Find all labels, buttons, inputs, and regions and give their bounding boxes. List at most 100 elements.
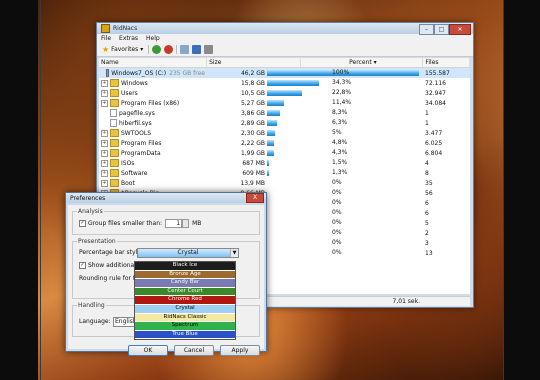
row-files: 35 xyxy=(425,179,433,187)
row-files: 6.804 xyxy=(425,149,443,157)
row-name: Windows xyxy=(121,79,148,87)
percent-bar xyxy=(267,150,274,156)
stop-icon[interactable] xyxy=(164,45,174,54)
table-row[interactable]: pagefile.sys 3,86 GB 8,3% 1 xyxy=(99,108,470,118)
table-row[interactable]: + Users 10,5 GB 22,8% 32.947 xyxy=(99,88,470,98)
expand-icon[interactable]: + xyxy=(101,99,108,107)
row-files: 6 xyxy=(425,199,429,207)
row-name: ISOs xyxy=(121,159,135,167)
bar-style-option[interactable]: RidNacs Classic xyxy=(135,313,235,323)
menu-file[interactable]: File xyxy=(101,35,111,42)
refresh-icon[interactable] xyxy=(152,45,162,54)
apply-button[interactable]: Apply xyxy=(220,345,260,356)
row-percent: 0% xyxy=(332,199,342,206)
expand-icon[interactable]: + xyxy=(101,149,108,157)
row-name: SWTOOLS xyxy=(121,129,152,137)
group-size-input[interactable]: 1 xyxy=(165,219,183,228)
table-row[interactable]: hiberfil.sys 2,89 GB 6,3% 1 xyxy=(99,118,470,128)
cancel-button[interactable]: Cancel xyxy=(174,345,214,356)
folder-icon xyxy=(110,169,119,177)
row-percent-cell: 0% xyxy=(267,229,421,237)
bar-style-option[interactable]: Black Ice xyxy=(135,262,235,271)
table-row[interactable]: + Program Files (x86) 5,27 GB 11,4% 34.084 xyxy=(99,98,470,108)
percent-bar xyxy=(267,100,285,106)
row-name: Boot xyxy=(121,179,135,187)
row-files: 155.587 xyxy=(425,69,450,77)
row-percent-cell: 0% xyxy=(267,219,421,227)
file-icon xyxy=(110,109,117,117)
bar-style-option[interactable]: Chrome Red xyxy=(135,296,235,305)
percent-bar xyxy=(267,120,277,126)
row-size: 46,2 GB xyxy=(240,69,265,77)
minimize-button[interactable]: – xyxy=(419,24,434,35)
row-percent-cell: 0% xyxy=(267,179,421,187)
row-percent-cell: 0% xyxy=(267,209,421,217)
column-size[interactable]: Size xyxy=(207,58,302,67)
menu-extras[interactable]: Extras xyxy=(119,35,138,42)
menu-help[interactable]: Help xyxy=(146,35,160,42)
row-percent: 34,3% xyxy=(332,79,352,86)
table-row[interactable]: + ProgramData 1,99 GB 4,3% 6.804 xyxy=(99,148,470,158)
column-files[interactable]: Files xyxy=(423,58,470,67)
ok-button[interactable]: OK xyxy=(128,345,168,356)
bar-style-option[interactable]: Candy Bar xyxy=(135,279,235,288)
export-icon[interactable] xyxy=(180,45,190,54)
settings-icon[interactable] xyxy=(204,45,214,54)
bar-style-option[interactable]: Crystal xyxy=(135,304,235,314)
expand-icon[interactable]: + xyxy=(101,169,108,177)
row-percent-cell: 0% xyxy=(267,239,421,247)
row-name-cell: + Users xyxy=(99,89,205,97)
row-name-cell: + ProgramData xyxy=(99,149,205,157)
free-space-note: 235 GB free xyxy=(169,69,205,77)
group-files-checkbox[interactable]: ✓ xyxy=(79,220,86,227)
row-name-cell: + Program Files (x86) xyxy=(99,99,205,107)
expand-spacer xyxy=(101,70,104,77)
table-row[interactable]: + Software 609 MB 1,3% 8 xyxy=(99,168,470,178)
title-bar[interactable]: RidNacs – □ ✕ xyxy=(97,23,473,35)
drive-icon xyxy=(105,69,110,77)
bar-style-select[interactable]: Crystal ▼ xyxy=(137,248,239,258)
dialog-close-button[interactable]: X xyxy=(246,193,264,203)
row-size: 1,99 GB xyxy=(240,149,265,157)
bar-style-option[interactable]: Spectrum xyxy=(135,322,235,331)
favorites-button[interactable]: ★ Favorites ▾ xyxy=(100,45,145,54)
row-size: 2,89 GB xyxy=(240,119,265,127)
bar-style-option[interactable]: Center Court xyxy=(135,287,235,297)
bar-style-option[interactable]: Bronze Age xyxy=(135,270,235,280)
menu-bar: File Extras Help xyxy=(97,34,473,43)
table-row[interactable]: + Program Files 2,22 GB 4,8% 6.025 xyxy=(99,138,470,148)
expand-icon[interactable]: + xyxy=(101,79,108,87)
row-percent: 22,8% xyxy=(332,89,352,96)
show-additional-checkbox[interactable]: ✓ xyxy=(79,262,86,269)
row-name-cell: pagefile.sys xyxy=(99,109,205,117)
dialog-title-bar[interactable]: Preferences X xyxy=(66,193,266,203)
percent-bar xyxy=(267,90,302,96)
table-row[interactable]: + Windows 15,8 GB 34,3% 72.116 xyxy=(99,78,470,88)
column-name[interactable]: Name xyxy=(99,58,208,67)
row-files: 1 xyxy=(425,109,429,117)
table-row[interactable]: + SWTOOLS 2,30 GB 5% 3.477 xyxy=(99,128,470,138)
table-row[interactable]: + ISOs 687 MB 1,5% 4 xyxy=(99,158,470,168)
row-files: 6.025 xyxy=(425,139,443,147)
percent-bar xyxy=(267,110,280,116)
maximize-button[interactable]: □ xyxy=(434,24,449,35)
expand-icon[interactable]: + xyxy=(101,139,108,147)
expand-icon[interactable]: + xyxy=(101,129,108,137)
row-percent-cell: 5% xyxy=(267,129,421,137)
row-percent: 0% xyxy=(332,219,342,226)
close-button[interactable]: ✕ xyxy=(449,24,471,35)
expand-icon[interactable]: + xyxy=(101,159,108,167)
save-icon[interactable] xyxy=(192,45,202,54)
table-row[interactable]: + Boot 13,9 MB 0% 35 xyxy=(99,178,470,188)
table-row[interactable]: Windows7_OS (C:) 235 GB free 46,2 GB 100% 15… xyxy=(99,68,470,78)
expand-icon[interactable]: + xyxy=(101,179,108,187)
column-percent[interactable]: Percent ▾ xyxy=(301,58,424,67)
bar-style-option[interactable]: True Blue xyxy=(135,330,235,340)
percent-bar xyxy=(267,170,269,176)
row-size: 687 MB xyxy=(242,159,265,167)
status-time: 7,01 sek. xyxy=(392,298,420,305)
spin-arrows[interactable] xyxy=(182,219,190,228)
row-size: 15,8 GB xyxy=(240,79,265,87)
row-name-cell: + ISOs xyxy=(99,159,205,167)
expand-icon[interactable]: + xyxy=(101,89,108,97)
